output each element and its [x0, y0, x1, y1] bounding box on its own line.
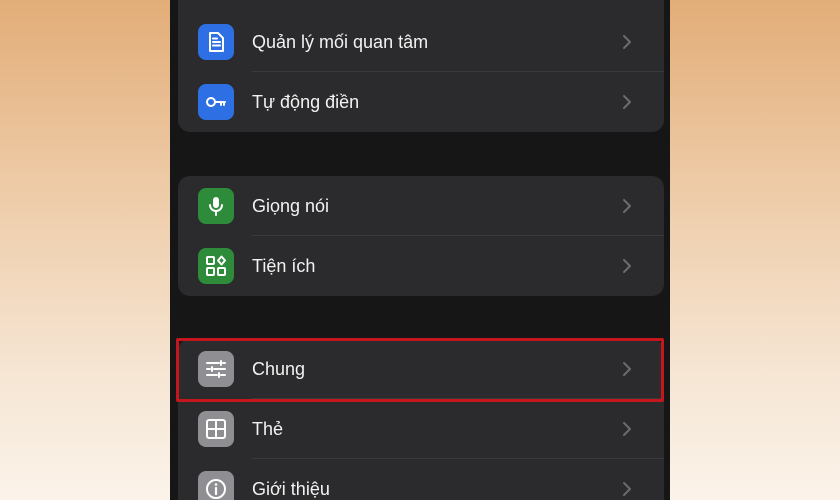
settings-row-label: Giới thiệu [252, 479, 330, 499]
group-1-top-spacer [178, 0, 664, 12]
sliders-tile [198, 351, 234, 387]
key-tile [198, 84, 234, 120]
document-icon [209, 32, 224, 52]
settings-row-about[interactable]: Giới thiệu [178, 459, 664, 500]
chevron-right-icon [623, 199, 631, 213]
chevron-right-icon [623, 362, 631, 376]
settings-row-label: Tiện ích [252, 256, 316, 276]
grid-tile [198, 411, 234, 447]
chevron-right-icon [623, 95, 631, 109]
settings-row-widgets[interactable]: Tiện ích [178, 236, 664, 296]
settings-screen: Quản lý mối quan tâm Tự động điền Giọng … [170, 0, 670, 500]
document-tile [198, 24, 234, 60]
settings-row-general[interactable]: Chung [178, 339, 664, 399]
settings-row-label: Chung [252, 359, 306, 379]
info-tile [198, 471, 234, 500]
settings-group-3: Chung Thẻ Giới thiệu [178, 339, 664, 500]
settings-row-voice[interactable]: Giọng nói [178, 176, 664, 236]
widgets-tile [198, 248, 234, 284]
chevron-right-icon [623, 259, 631, 273]
key-icon [206, 97, 226, 107]
info-icon [206, 479, 226, 499]
settings-row-cards[interactable]: Thẻ [178, 399, 664, 459]
settings-group-1: Quản lý mối quan tâm Tự động điền [178, 0, 664, 132]
grid-icon [206, 419, 226, 439]
settings-row-label: Tự động điền [252, 92, 360, 112]
sliders-icon [206, 360, 226, 378]
microphone-icon [209, 197, 223, 216]
settings-row-autofill[interactable]: Tự động điền [178, 72, 664, 132]
microphone-tile [198, 188, 234, 224]
settings-group-2: Giọng nói Tiện ích [178, 176, 664, 296]
chevron-right-icon [623, 422, 631, 436]
settings-row-label: Giọng nói [252, 196, 330, 216]
settings-row-interest-management[interactable]: Quản lý mối quan tâm [178, 12, 664, 72]
chevron-right-icon [623, 482, 631, 496]
widgets-icon [206, 255, 226, 276]
chevron-right-icon [623, 35, 631, 49]
settings-row-label: Thẻ [252, 419, 284, 439]
settings-row-label: Quản lý mối quan tâm [252, 32, 429, 52]
